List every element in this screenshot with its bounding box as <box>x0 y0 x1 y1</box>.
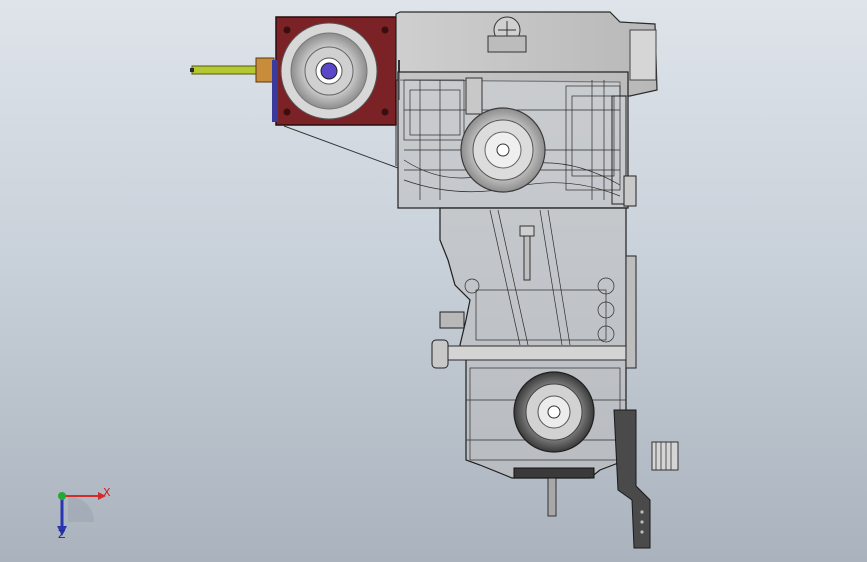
y-axis-dot <box>58 492 66 500</box>
axis-z-label: Z <box>58 528 66 541</box>
mechanism-assembly-model[interactable] <box>0 0 867 562</box>
axis-x-label: X <box>103 486 111 499</box>
motor-flange[interactable] <box>272 16 397 126</box>
center-pulley[interactable] <box>460 107 546 193</box>
cad-viewport[interactable]: X Z <box>0 0 867 562</box>
input-shaft[interactable] <box>190 57 275 83</box>
